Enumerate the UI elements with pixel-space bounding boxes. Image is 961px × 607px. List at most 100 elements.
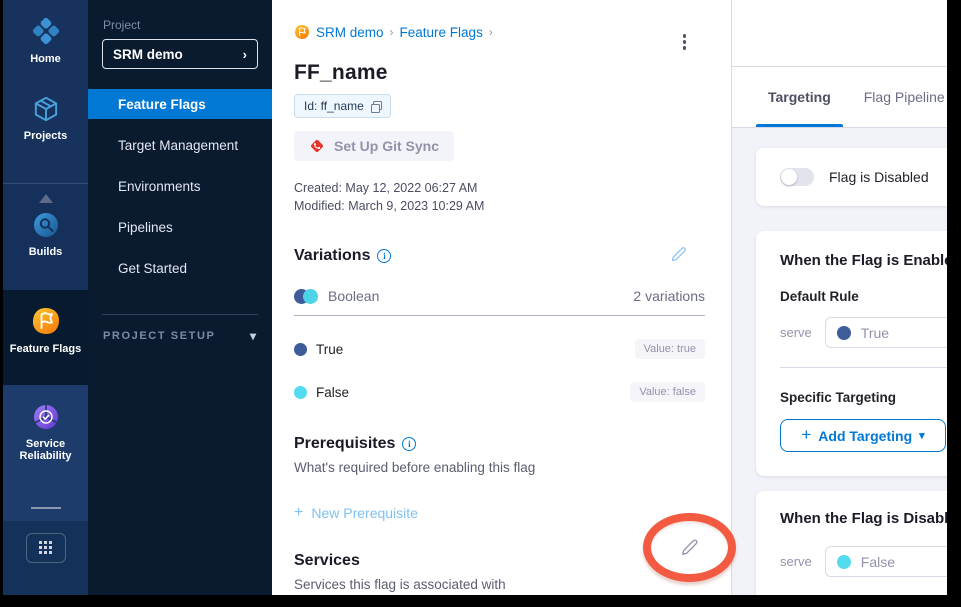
project-setup-toggle[interactable]: PROJECT SETUP ▾ bbox=[88, 329, 272, 343]
project-label: Project bbox=[103, 18, 272, 32]
flag-title: FF_name bbox=[294, 61, 705, 85]
rail-item-builds[interactable]: Builds bbox=[3, 211, 88, 258]
prerequisites-description: What's required before enabling this fla… bbox=[294, 460, 705, 475]
variations-heading: Variations bbox=[294, 247, 370, 265]
flag-id-chip[interactable]: Id: ff_name bbox=[294, 94, 391, 118]
more-options-button[interactable] bbox=[679, 30, 691, 54]
flag-state-label: Flag is Disabled bbox=[829, 169, 929, 185]
rail-section-feature-flags: Feature Flags bbox=[3, 290, 88, 385]
panel-content: Flag is Disabled When the Flag is Enable… bbox=[732, 128, 947, 595]
enabled-rules-card: When the Flag is Enabled Default Rule se… bbox=[756, 231, 947, 476]
modified-date: Modified: March 9, 2023 10:29 AM bbox=[294, 197, 705, 215]
tab-flag-pipeline[interactable]: Flag Pipeline bbox=[864, 67, 945, 127]
services-heading: Services bbox=[294, 552, 360, 570]
sidebar-divider bbox=[102, 314, 258, 315]
new-prerequisite-button[interactable]: + New Prerequisite bbox=[294, 505, 418, 521]
new-prerequisite-label: New Prerequisite bbox=[311, 505, 418, 521]
add-targeting-button[interactable]: + Add Targeting ▾ bbox=[780, 419, 946, 452]
targeting-panel: Targeting Flag Pipeline Flag is Disabled… bbox=[731, 0, 947, 595]
rail-item-service-reliability[interactable]: Service Reliability bbox=[3, 403, 88, 462]
variation-name: False bbox=[316, 385, 349, 400]
info-icon[interactable]: i bbox=[402, 437, 416, 451]
services-description: Services this flag is associated with bbox=[294, 577, 705, 592]
sidebar-item-target-management[interactable]: Target Management bbox=[88, 130, 272, 160]
true-variation-dot bbox=[837, 326, 851, 340]
breadcrumb: SRM demo › Feature Flags › bbox=[294, 24, 705, 40]
selected-variation: True bbox=[861, 325, 889, 341]
flag-enabled-toggle[interactable] bbox=[780, 168, 814, 186]
default-rule-label: Default Rule bbox=[780, 289, 947, 304]
feature-flags-icon bbox=[31, 306, 61, 336]
grid-icon bbox=[39, 541, 53, 555]
breadcrumb-project-link[interactable]: SRM demo bbox=[316, 25, 384, 40]
project-setup-label: PROJECT SETUP bbox=[103, 330, 216, 342]
collapse-up-icon[interactable] bbox=[39, 194, 53, 203]
rail-section-bottom bbox=[3, 521, 88, 595]
git-sync-label: Set Up Git Sync bbox=[334, 138, 439, 154]
divider bbox=[294, 315, 705, 316]
disabled-rules-card: When the Flag is Disabled serve False bbox=[756, 491, 947, 595]
variation-type-row: Boolean 2 variations bbox=[294, 288, 705, 304]
default-off-variation-select[interactable]: False bbox=[825, 546, 947, 577]
chevron-separator-icon: › bbox=[489, 25, 493, 39]
edit-variations-icon[interactable] bbox=[670, 245, 688, 263]
sidebar-item-feature-flags[interactable]: Feature Flags bbox=[88, 89, 272, 119]
info-icon[interactable]: i bbox=[377, 249, 391, 263]
sidebar-nav: Feature Flags Target Management Environm… bbox=[88, 89, 272, 294]
variation-value-badge: Value: true bbox=[635, 339, 705, 359]
breadcrumb-section-link[interactable]: Feature Flags bbox=[400, 25, 483, 40]
rail-item-label: Projects bbox=[24, 130, 67, 142]
tab-targeting[interactable]: Targeting bbox=[768, 67, 831, 127]
chevron-down-icon: ▾ bbox=[250, 329, 256, 343]
copy-icon[interactable] bbox=[371, 101, 381, 111]
app-window: Home Projects Builds bbox=[3, 0, 947, 595]
project-selector[interactable]: SRM demo › bbox=[102, 39, 258, 69]
false-variation-dot bbox=[837, 555, 851, 569]
rail-item-home[interactable]: Home bbox=[3, 16, 88, 65]
false-variation-dot bbox=[294, 386, 307, 399]
feature-flags-app-icon bbox=[294, 24, 310, 40]
created-date: Created: May 12, 2022 06:27 AM bbox=[294, 179, 705, 197]
specific-targeting-label: Specific Targeting bbox=[780, 390, 947, 405]
edit-services-icon[interactable] bbox=[680, 537, 700, 557]
sidebar-item-pipelines[interactable]: Pipelines bbox=[88, 212, 272, 242]
project-sidebar: Project SRM demo › Feature Flags Target … bbox=[88, 0, 272, 595]
default-on-variation-select[interactable]: True bbox=[825, 317, 947, 348]
selected-variation: False bbox=[861, 554, 895, 570]
git-sync-button[interactable]: Set Up Git Sync bbox=[294, 131, 454, 161]
divider bbox=[780, 367, 947, 368]
chevron-down-icon: ▾ bbox=[919, 429, 925, 442]
disabled-card-heading: When the Flag is Disabled bbox=[780, 510, 947, 527]
plus-icon: + bbox=[801, 425, 811, 445]
flag-id-label: Id: ff_name bbox=[304, 99, 364, 113]
true-variation-dot bbox=[294, 343, 307, 356]
variation-row-false: False Value: false bbox=[294, 382, 705, 402]
builds-icon bbox=[32, 211, 60, 239]
serve-label: serve bbox=[780, 554, 812, 569]
chevron-right-icon: › bbox=[243, 47, 247, 62]
boolean-type-icon bbox=[294, 289, 318, 304]
sidebar-item-get-started[interactable]: Get Started bbox=[88, 253, 272, 283]
flag-state-card: Flag is Disabled bbox=[756, 148, 947, 206]
variation-count: 2 variations bbox=[633, 288, 705, 304]
rail-section-builds: Builds bbox=[3, 183, 88, 290]
panel-top-strip bbox=[732, 0, 947, 67]
panel-tabs: Targeting Flag Pipeline bbox=[732, 67, 947, 128]
enabled-card-heading: When the Flag is Enabled bbox=[780, 252, 947, 269]
rail-item-projects[interactable]: Projects bbox=[3, 95, 88, 142]
rail-divider bbox=[31, 507, 61, 509]
rail-item-feature-flags[interactable]: Feature Flags bbox=[3, 306, 88, 355]
project-name: SRM demo bbox=[113, 47, 183, 62]
flag-detail-main: SRM demo › Feature Flags › FF_name Id: f… bbox=[272, 0, 731, 595]
variation-name: True bbox=[316, 342, 343, 357]
sidebar-item-environments[interactable]: Environments bbox=[88, 171, 272, 201]
app-grid-button[interactable] bbox=[26, 533, 66, 563]
rail-section-home: Home Projects bbox=[3, 0, 88, 183]
plus-icon: + bbox=[294, 506, 303, 520]
service-reliability-icon bbox=[32, 403, 60, 431]
add-targeting-label: Add Targeting bbox=[818, 428, 912, 444]
rail-section-service-reliability: Service Reliability bbox=[3, 385, 88, 521]
prerequisites-heading: Prerequisites bbox=[294, 435, 395, 453]
home-icon bbox=[31, 16, 61, 46]
rail-item-label: Builds bbox=[29, 246, 63, 258]
